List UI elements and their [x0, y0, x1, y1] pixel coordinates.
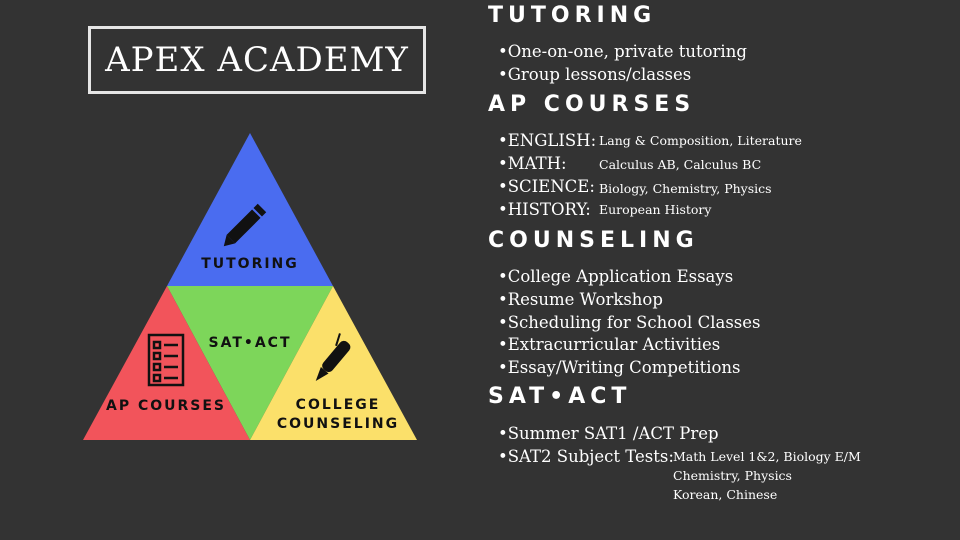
ap-courses-label: AP COURSES	[106, 398, 226, 414]
sat2-detail: Korean, Chinese	[673, 487, 778, 502]
sat-act-label: SAT•ACT	[209, 335, 292, 351]
tutoring-heading: TUTORING	[488, 3, 657, 28]
sat2-detail: Chemistry, Physics	[673, 468, 792, 483]
counseling-item: •Resume Workshop	[498, 290, 663, 309]
counseling-item: •Extracurricular Activities	[498, 335, 721, 354]
sat-act-item: •Summer SAT1 /ACT Prep	[498, 424, 719, 443]
counseling-item: •Essay/Writing Competitions	[498, 358, 741, 377]
ap-detail: Biology, Chemistry, Physics	[599, 181, 772, 196]
college-label: COLLEGE	[296, 397, 381, 413]
sat2-detail: Math Level 1&2, Biology E/M	[673, 449, 861, 464]
sat-act-heading: SAT•ACT	[488, 384, 632, 409]
ap-detail: European History	[599, 202, 712, 217]
tutoring-item: •One-on-one, private tutoring	[498, 42, 747, 61]
counseling-item: •Scheduling for School Classes	[498, 313, 761, 332]
ap-subject: •MATH:	[498, 154, 567, 173]
sat-act-item: •SAT2 Subject Tests:	[498, 447, 674, 466]
ap-subject: •HISTORY:	[498, 200, 591, 219]
tutoring-label: TUTORING	[201, 256, 299, 272]
ap-detail: Calculus AB, Calculus BC	[599, 157, 762, 172]
tutoring-item: •Group lessons/classes	[498, 65, 692, 84]
ap-subject: •ENGLISH:	[498, 131, 597, 150]
counseling-label: COUNSELING	[277, 416, 399, 432]
ap-subject: •SCIENCE:	[498, 177, 595, 196]
ap-courses-heading: AP COURSES	[488, 92, 696, 117]
service-pyramid: TUTORING SAT•ACT AP COURSES COLLEGE COUN…	[83, 133, 417, 440]
ap-detail: Lang & Composition, Literature	[599, 133, 802, 148]
counseling-item: •College Application Essays	[498, 267, 734, 286]
counseling-heading: COUNSELING	[488, 228, 699, 253]
